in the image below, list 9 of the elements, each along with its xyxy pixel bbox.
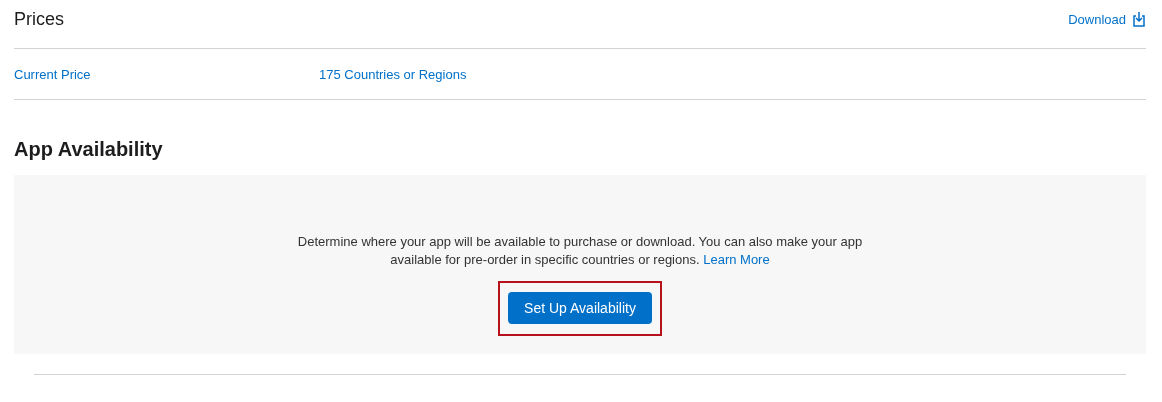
learn-more-link[interactable]: Learn More [703, 252, 770, 267]
description-text: Determine where your app will be available to purchase or download. You can also make your app available for pre-order in specific countries or regions. Learn More [296, 233, 864, 269]
price-label-link[interactable]: Current Price [14, 66, 319, 82]
set-up-availability-button[interactable]: Set Up Availability [508, 292, 652, 324]
download-icon [1132, 11, 1146, 27]
section-title: Prices [14, 8, 64, 30]
section-title: App Availability [14, 138, 164, 161]
download-link[interactable]: Download [1068, 11, 1146, 27]
countries-link[interactable]: 175 Countries or Regions [319, 66, 467, 82]
